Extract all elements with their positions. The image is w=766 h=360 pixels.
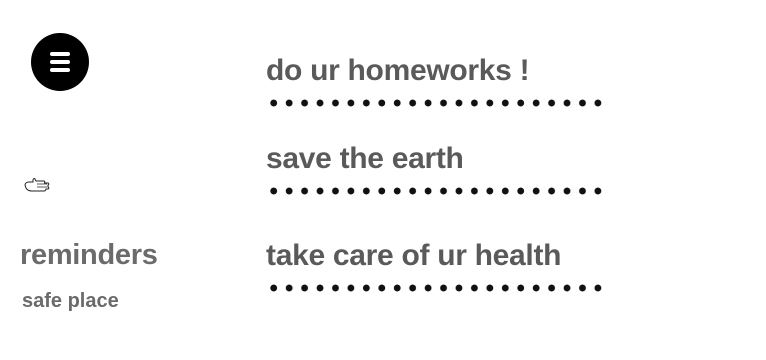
reminder-text: do ur homeworks ! [266,54,530,87]
sidebar-title: reminders [20,239,158,271]
reminder-text: take care of ur health [266,239,562,272]
dotted-divider [266,99,606,107]
menu-button[interactable] [31,33,89,91]
reminder-item[interactable]: take care of ur health [266,238,611,292]
hamburger-menu-icon-bar-2 [50,60,70,64]
dotted-divider [266,284,606,292]
reminder-item[interactable]: save the earth [266,141,611,195]
pointing-hand-icon [24,178,50,192]
sidebar-subtitle: safe place [22,290,119,312]
reminder-text: save the earth [266,142,464,175]
hamburger-menu-icon-bar-3 [50,68,70,72]
dotted-divider [266,187,606,195]
hamburger-menu-icon [50,52,70,56]
reminder-item[interactable]: do ur homeworks ! [266,53,611,107]
